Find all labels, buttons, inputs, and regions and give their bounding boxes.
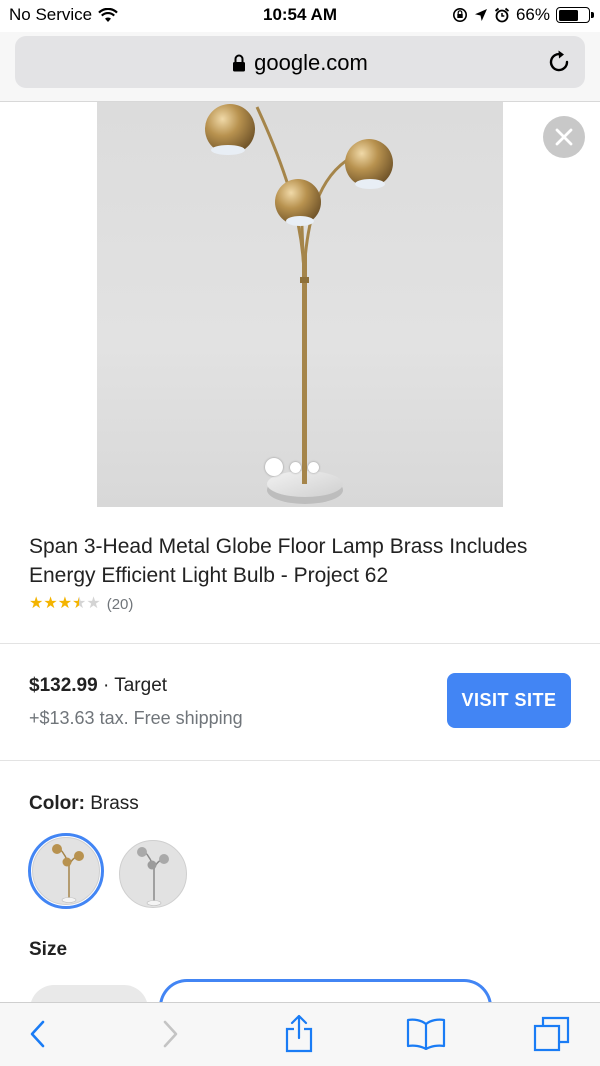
silver-lamp-thumbnail [137, 847, 169, 906]
product-image[interactable] [97, 102, 503, 507]
color-label: Color: Brass [29, 793, 139, 815]
rating-stars: ★ ★ ★ ★ ★ [29, 595, 101, 613]
browser-address-area: google.com [0, 32, 600, 102]
lock-icon [233, 54, 246, 72]
divider [0, 760, 600, 761]
browser-toolbar [0, 1002, 600, 1066]
floor-lamp-image [205, 104, 393, 504]
pagination-dot[interactable] [290, 461, 301, 473]
color-value: Brass [90, 793, 139, 814]
location-arrow-icon [474, 9, 487, 21]
close-icon [555, 128, 573, 146]
reload-icon[interactable] [545, 48, 573, 76]
color-swatch-brass[interactable] [28, 833, 104, 909]
divider [0, 643, 600, 644]
star-icon: ★ [57, 595, 73, 612]
bookmarks-icon[interactable] [406, 1016, 446, 1050]
forward-arrow-icon[interactable] [158, 1017, 182, 1051]
price: $132.99 [29, 675, 98, 696]
image-pagination-dots[interactable] [265, 458, 319, 476]
share-icon[interactable] [284, 1013, 314, 1053]
address-bar[interactable]: google.com [15, 36, 585, 88]
price-separator: · [97, 675, 115, 696]
visit-site-button[interactable]: VISIT SITE [447, 673, 571, 728]
brass-lamp-thumbnail [52, 844, 84, 903]
battery-percent: 66% [515, 5, 550, 24]
status-right: 66% [452, 5, 594, 25]
back-arrow-icon[interactable] [26, 1017, 50, 1051]
star-icon: ★ [86, 595, 101, 612]
color-swatch-silver[interactable] [115, 836, 191, 912]
close-button[interactable] [543, 116, 585, 158]
status-bar: No Service 10:54 AM 66% [0, 0, 600, 32]
color-label-key: Color: [29, 793, 85, 814]
product-rating[interactable]: ★ ★ ★ ★ ★ (20) [29, 595, 133, 613]
pagination-dot-active[interactable] [265, 458, 283, 476]
product-title: Span 3-Head Metal Globe Floor Lamp Brass… [29, 535, 528, 587]
size-label: Size [29, 939, 68, 960]
alarm-icon [494, 7, 510, 23]
store-name: Target [114, 675, 168, 696]
star-icon: ★ [43, 595, 58, 612]
price-line: $132.99 · Target [29, 675, 167, 697]
url-text: google.com [254, 50, 368, 75]
rating-count: (20) [106, 595, 134, 613]
star-icon: ★ [29, 595, 44, 612]
battery-level-fill [558, 9, 578, 21]
battery-icon [556, 7, 594, 23]
tax-shipping: +$13.63 tax. Free shipping [29, 708, 243, 728]
rotation-lock-icon [452, 8, 467, 22]
star-icon: ★ [72, 595, 87, 612]
tabs-icon[interactable] [533, 1015, 571, 1053]
pagination-dot[interactable] [308, 461, 319, 473]
